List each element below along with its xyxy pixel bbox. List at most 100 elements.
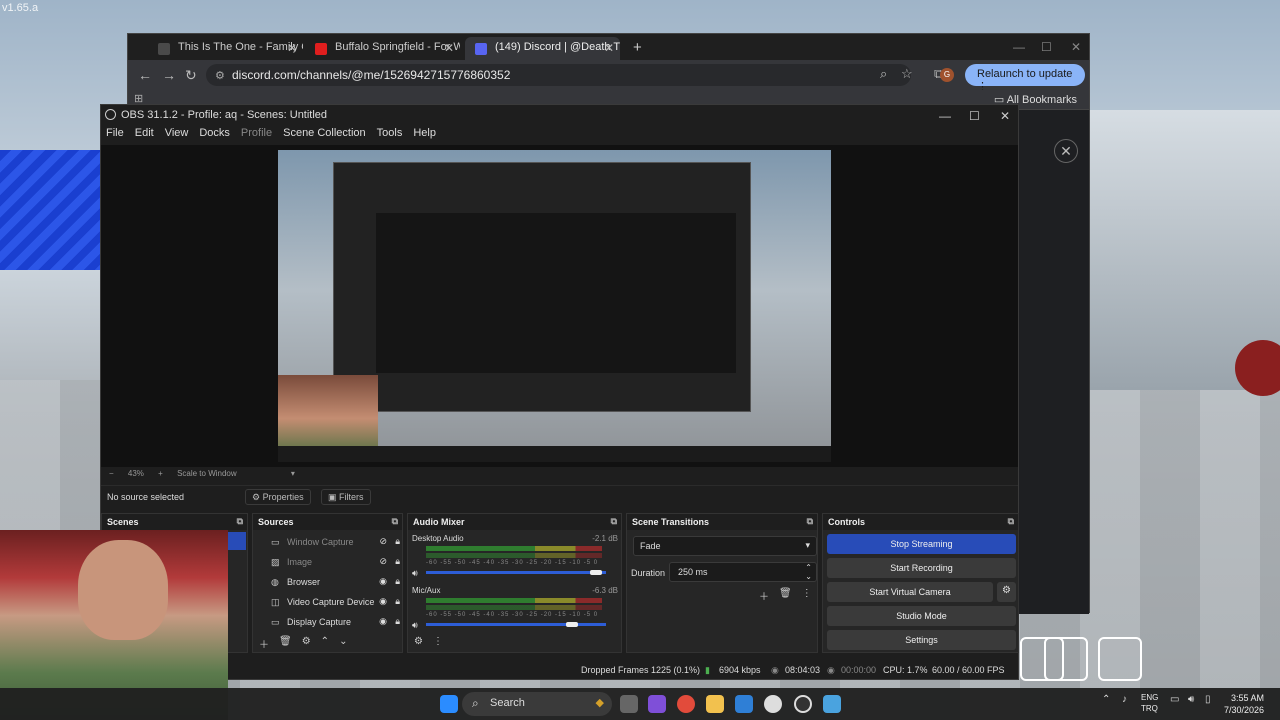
- undock-icon[interactable]: ⧉: [611, 516, 617, 527]
- zoom-in-icon[interactable]: +: [158, 469, 163, 478]
- close-icon[interactable]: ✕: [287, 41, 297, 55]
- eye-hidden-icon[interactable]: ⊘: [379, 536, 387, 547]
- maximize-icon[interactable]: ☐: [969, 109, 980, 123]
- move-down-icon[interactable]: ⌄: [339, 636, 347, 652]
- lock-icon[interactable]: 🔒︎: [395, 616, 400, 627]
- settings-button[interactable]: Settings: [827, 630, 1016, 650]
- more-icon[interactable]: ⋮: [802, 588, 812, 603]
- source-item[interactable]: ◍ Browser ◉ 🔒︎: [255, 573, 403, 591]
- undock-icon[interactable]: ⧉: [237, 516, 243, 527]
- eye-icon[interactable]: ◉: [379, 576, 387, 587]
- eye-hidden-icon[interactable]: ⊘: [379, 556, 387, 567]
- add-icon[interactable]: ＋: [759, 588, 769, 603]
- task-view-icon[interactable]: [620, 695, 638, 713]
- undock-icon[interactable]: ⧉: [807, 516, 813, 527]
- clock[interactable]: 3:55 AM 7/30/2026: [1224, 692, 1264, 716]
- minimize-icon[interactable]: —: [939, 109, 951, 123]
- menu-file[interactable]: File: [106, 127, 124, 143]
- gear-icon[interactable]: ⚙: [414, 636, 423, 652]
- new-tab-icon[interactable]: +: [633, 39, 642, 56]
- eye-icon[interactable]: ◉: [379, 596, 387, 607]
- media-player-icon[interactable]: [764, 695, 782, 713]
- properties-button[interactable]: ⚙ Properties: [245, 489, 311, 505]
- zoom-out-icon[interactable]: −: [109, 469, 114, 478]
- stop-streaming-button[interactable]: Stop Streaming: [827, 534, 1016, 554]
- trash-icon[interactable]: 🗑︎: [779, 588, 792, 603]
- more-icon[interactable]: ⋮: [433, 636, 443, 652]
- menu-view[interactable]: View: [165, 127, 189, 143]
- reload-icon[interactable]: ↻: [185, 67, 197, 84]
- close-icon[interactable]: ✕: [444, 41, 454, 55]
- filters-button[interactable]: ▣ Filters: [321, 489, 371, 505]
- menu-edit[interactable]: Edit: [135, 127, 154, 143]
- undock-icon[interactable]: ⧉: [1008, 516, 1014, 527]
- start-virtual-camera-button[interactable]: Start Virtual Camera: [827, 582, 993, 602]
- speaker-icon[interactable]: 🔊︎: [412, 568, 418, 579]
- obs-icon[interactable]: [794, 695, 812, 713]
- duration-input[interactable]: 250 ms ⌃ ⌄: [669, 562, 817, 582]
- volume-slider[interactable]: [426, 570, 606, 575]
- volume-icon[interactable]: 🔊︎: [1188, 694, 1194, 705]
- studio-mode-button[interactable]: Studio Mode: [827, 606, 1016, 626]
- menu-help[interactable]: Help: [413, 127, 436, 143]
- close-icon[interactable]: ✕: [1054, 139, 1078, 163]
- back-icon[interactable]: ←: [138, 67, 152, 83]
- minimize-icon[interactable]: —: [1013, 40, 1025, 54]
- network-icon[interactable]: ▭: [1170, 694, 1179, 705]
- zoom-icon[interactable]: ⌕: [880, 66, 887, 82]
- volume-knob[interactable]: [566, 622, 578, 627]
- transition-select[interactable]: Fade ▾: [633, 536, 817, 556]
- microphone-icon[interactable]: ♪: [1122, 694, 1127, 705]
- windows-start-icon[interactable]: [440, 695, 458, 713]
- scale-select[interactable]: Scale to Window: [177, 469, 237, 478]
- stepper-icon[interactable]: ⌃ ⌄: [805, 563, 812, 581]
- forward-icon[interactable]: →: [162, 67, 176, 83]
- move-up-icon[interactable]: ⌃: [321, 636, 329, 652]
- menu-tools[interactable]: Tools: [377, 127, 403, 143]
- source-item[interactable]: ▭ Window Capture ⊘ 🔒︎: [255, 533, 403, 551]
- close-icon[interactable]: ✕: [1000, 109, 1010, 123]
- site-info-icon[interactable]: ⚙: [215, 69, 225, 82]
- chevron-down-icon[interactable]: ▾: [291, 469, 295, 478]
- game-icon[interactable]: [823, 695, 841, 713]
- tab-family-guy[interactable]: This Is The One - Family Guy ✕: [148, 37, 303, 60]
- avatar[interactable]: G: [940, 68, 954, 82]
- close-icon[interactable]: ✕: [1071, 40, 1081, 54]
- scene-selected-indicator[interactable]: [228, 532, 246, 550]
- volume-knob[interactable]: [590, 570, 602, 575]
- file-explorer-icon[interactable]: [706, 695, 724, 713]
- menu-scene-collection[interactable]: Scene Collection: [283, 127, 366, 143]
- add-icon[interactable]: ＋: [259, 636, 269, 652]
- copilot-icon[interactable]: [648, 695, 666, 713]
- source-item[interactable]: ▭ Display Capture ◉ 🔒︎: [255, 613, 403, 631]
- lock-icon[interactable]: 🔒︎: [395, 576, 400, 587]
- undock-icon[interactable]: ⧉: [392, 516, 398, 527]
- address-bar[interactable]: ⚙ discord.com/channels/@me/1526942715776…: [206, 64, 911, 86]
- chevron-up-icon[interactable]: ⌃: [1102, 694, 1110, 705]
- gear-icon[interactable]: ⚙: [302, 636, 311, 652]
- language-indicator[interactable]: ENG TRQ: [1141, 692, 1158, 714]
- menu-docks[interactable]: Docks: [199, 127, 230, 143]
- tab-youtube[interactable]: Buffalo Springfield - For What I ✕: [305, 37, 460, 60]
- gear-icon[interactable]: ⚙: [997, 582, 1016, 602]
- program-preview[interactable]: [278, 150, 831, 462]
- lock-icon[interactable]: 🔒︎: [395, 536, 400, 547]
- photos-icon[interactable]: [735, 695, 753, 713]
- speaker-icon[interactable]: 🔊︎: [412, 620, 418, 631]
- eye-icon[interactable]: ◉: [379, 616, 387, 627]
- maximize-icon[interactable]: ☐: [1041, 40, 1052, 54]
- start-recording-button[interactable]: Start Recording: [827, 558, 1016, 578]
- taskbar-search[interactable]: ⌕ Search ◆: [462, 692, 612, 716]
- chrome-icon[interactable]: [677, 695, 695, 713]
- source-item[interactable]: ▨ Image ⊘ 🔒︎: [255, 553, 403, 571]
- close-icon[interactable]: ✕: [604, 41, 614, 55]
- volume-slider[interactable]: [426, 622, 606, 627]
- menu-profile[interactable]: Profile: [241, 127, 272, 143]
- tab-discord[interactable]: (149) Discord | @Death Thinker ✕: [465, 37, 620, 60]
- lock-icon[interactable]: 🔒︎: [395, 556, 400, 567]
- source-item[interactable]: ◫ Video Capture Device ◉ 🔒︎: [255, 593, 403, 611]
- battery-icon[interactable]: ▯: [1205, 694, 1211, 705]
- trash-icon[interactable]: 🗑︎: [279, 636, 292, 652]
- lock-icon[interactable]: 🔒︎: [395, 596, 400, 607]
- star-icon[interactable]: ☆: [901, 66, 913, 82]
